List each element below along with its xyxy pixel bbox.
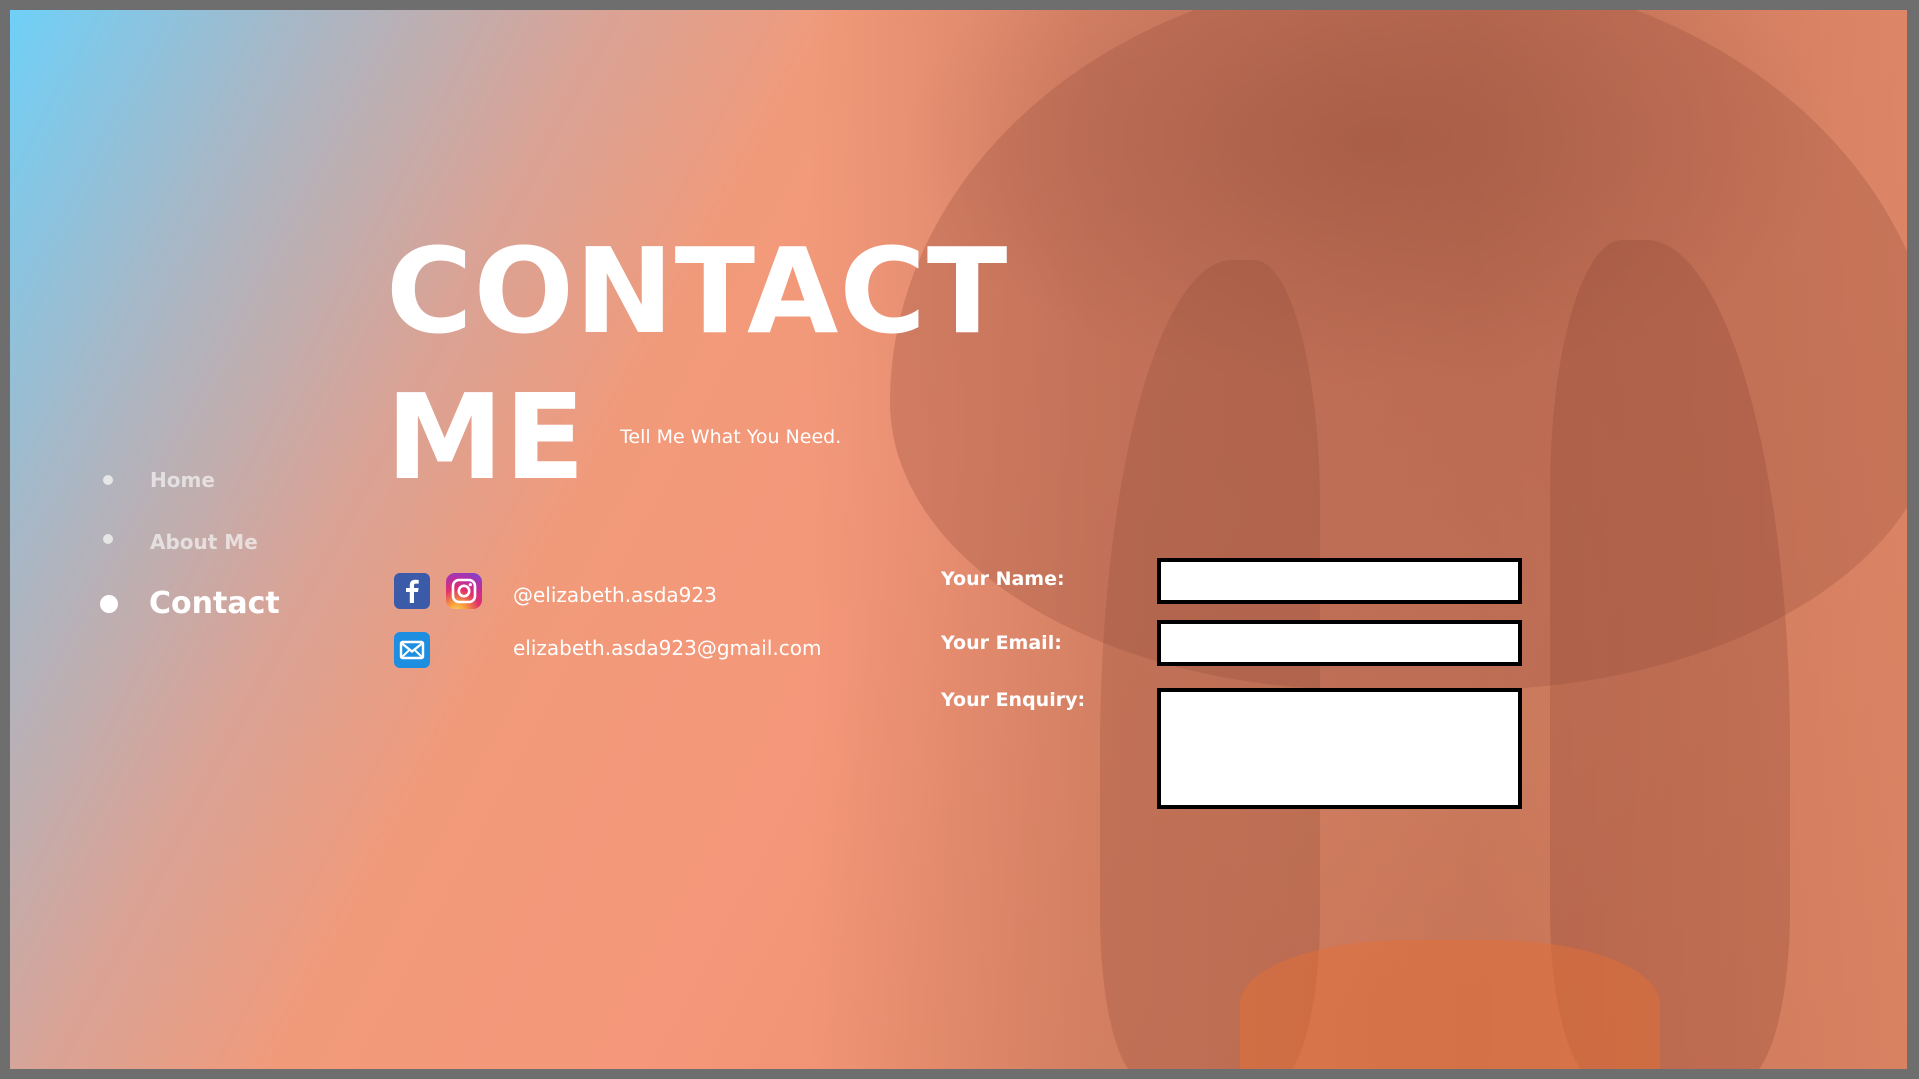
- mail-icon[interactable]: [394, 632, 430, 668]
- nav-item-label: Contact: [149, 586, 280, 621]
- nav-bullet-icon: [103, 534, 113, 544]
- social-handle[interactable]: @elizabeth.asda923: [513, 583, 717, 607]
- facebook-icon[interactable]: [394, 573, 430, 609]
- background-shirt-shape: [1240, 940, 1660, 1069]
- enquiry-field[interactable]: [1157, 688, 1522, 809]
- nav-item-label: About Me: [150, 530, 258, 554]
- nav-bullet-icon: [103, 475, 113, 485]
- name-label: Your Name:: [941, 568, 1065, 590]
- nav-item-label: Home: [150, 468, 215, 492]
- page-title: CONTACT ME: [386, 218, 1008, 510]
- email-address[interactable]: elizabeth.asda923@gmail.com: [513, 636, 821, 660]
- page-canvas: [10, 10, 1907, 1069]
- instagram-icon[interactable]: [446, 573, 482, 609]
- nav-item-contact[interactable]: Contact: [100, 586, 280, 621]
- email-field[interactable]: [1157, 620, 1522, 666]
- nav-bullet-active-icon: [100, 594, 118, 613]
- nav-item-home[interactable]: Home: [103, 468, 215, 492]
- nav-item-about-me[interactable]: About Me: [103, 530, 258, 554]
- page-subtitle: Tell Me What You Need.: [620, 426, 842, 448]
- page-title-line: CONTACT: [386, 222, 1009, 360]
- enquiry-label: Your Enquiry:: [941, 689, 1086, 711]
- email-label: Your Email:: [941, 632, 1062, 654]
- name-field[interactable]: [1157, 558, 1522, 604]
